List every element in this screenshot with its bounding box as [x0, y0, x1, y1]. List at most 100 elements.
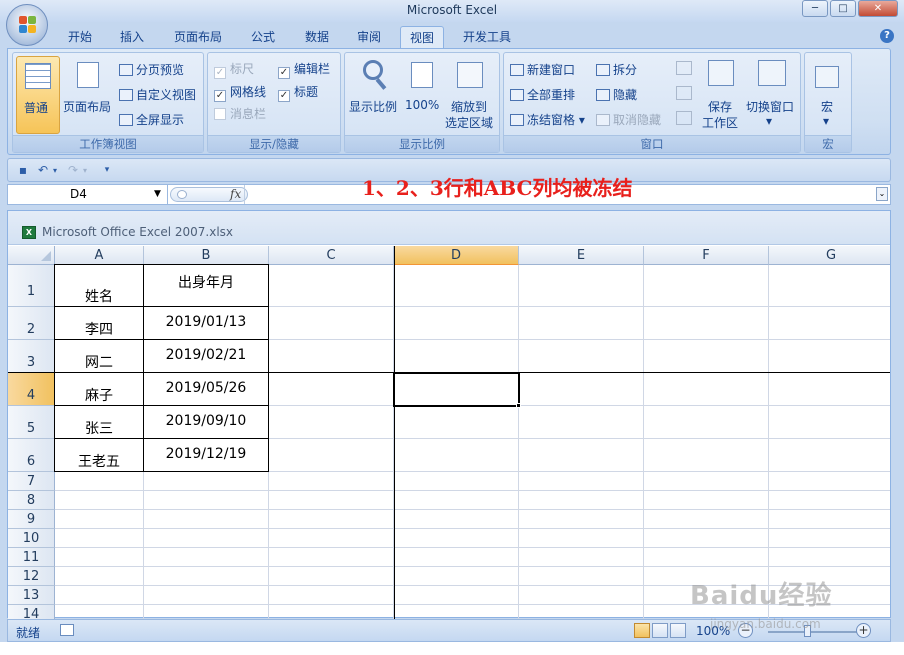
cell-A3[interactable]: 网二 [54, 339, 144, 373]
cell[interactable] [644, 439, 769, 472]
cell[interactable] [269, 491, 394, 510]
normal-view-button[interactable]: 普通 [16, 56, 60, 134]
cell[interactable] [644, 472, 769, 491]
view-side-by-side-icon[interactable] [676, 61, 692, 75]
gridlines-checkbox[interactable]: ✓ 网格线 [214, 83, 266, 102]
switch-windows-button[interactable]: 切换窗口 ▾ [744, 56, 798, 134]
cell-B3[interactable]: 2019/02/21 [143, 339, 269, 373]
cell[interactable] [519, 529, 644, 548]
cell[interactable] [769, 439, 890, 472]
cell[interactable] [269, 567, 394, 586]
tab-developer[interactable]: 开发工具 [452, 26, 522, 49]
zoom-button[interactable]: 显示比例 [347, 56, 401, 134]
unhide-button[interactable]: 取消隐藏 [596, 111, 661, 128]
cell-B6[interactable]: 2019/12/19 [143, 438, 269, 472]
tab-view[interactable]: 视图 [400, 26, 444, 49]
cell[interactable] [394, 548, 519, 567]
office-button[interactable] [6, 4, 48, 46]
cell[interactable] [519, 307, 644, 340]
row-header[interactable]: 2 [8, 307, 55, 340]
cell[interactable] [769, 491, 890, 510]
row-header[interactable]: 8 [8, 491, 55, 510]
tab-data[interactable]: 数据 [294, 26, 340, 49]
cell[interactable] [144, 567, 269, 586]
cell[interactable] [269, 307, 394, 340]
cell-B2[interactable]: 2019/01/13 [143, 306, 269, 340]
cell-B1[interactable]: 出身年月 [143, 264, 269, 307]
cell[interactable] [519, 605, 644, 619]
row-header[interactable]: 1 [8, 265, 55, 307]
zoom-slider-track[interactable] [768, 631, 858, 633]
cell[interactable] [269, 439, 394, 472]
tab-insert[interactable]: 插入 [110, 26, 154, 49]
cell[interactable] [519, 373, 644, 406]
cell[interactable] [769, 548, 890, 567]
headings-checkbox[interactable]: ✓ 标题 [278, 83, 318, 102]
cell[interactable] [144, 548, 269, 567]
cell[interactable] [394, 510, 519, 529]
cell[interactable] [519, 472, 644, 491]
new-window-button[interactable]: 新建窗口 [510, 61, 575, 78]
hide-button[interactable]: 隐藏 [596, 86, 637, 103]
ruler-checkbox[interactable]: ✓ 标尺 [214, 60, 254, 79]
zoom-to-selection-button[interactable]: 缩放到 选定区域 [443, 56, 499, 134]
page-break-preview-button[interactable]: 分页预览 [119, 61, 184, 78]
cell[interactable] [394, 605, 519, 619]
fill-handle[interactable] [516, 403, 521, 408]
cell[interactable] [769, 529, 890, 548]
cell[interactable] [269, 605, 394, 619]
full-screen-button[interactable]: 全屏显示 [119, 111, 184, 128]
cell[interactable] [269, 472, 394, 491]
cell[interactable] [269, 510, 394, 529]
cell[interactable] [769, 472, 890, 491]
minimize-button[interactable]: ─ [802, 0, 828, 17]
page-layout-status-icon[interactable] [652, 623, 668, 638]
cell-A1[interactable]: 姓名 [54, 264, 144, 307]
save-workspace-button[interactable]: 保存 工作区 [700, 56, 742, 134]
column-header[interactable]: E [519, 246, 644, 265]
cell[interactable] [644, 265, 769, 307]
column-header[interactable]: D [394, 246, 519, 265]
column-header[interactable]: C [269, 246, 394, 265]
customize-qat-icon[interactable]: ▾ [100, 164, 114, 177]
zoom-in-icon[interactable]: + [856, 623, 871, 638]
cell-A2[interactable]: 李四 [54, 306, 144, 340]
cell[interactable] [769, 307, 890, 340]
page-layout-view-button[interactable]: 页面布局 [61, 56, 117, 134]
tab-page-layout[interactable]: 页面布局 [164, 26, 232, 49]
cell[interactable] [55, 605, 144, 619]
help-icon[interactable]: ? [880, 29, 894, 43]
formula-bar-checkbox[interactable]: ✓ 编辑栏 [278, 60, 330, 79]
cell[interactable] [519, 439, 644, 472]
zoom-100-button[interactable]: 100% [403, 56, 441, 134]
cell[interactable] [394, 586, 519, 605]
cell[interactable] [394, 491, 519, 510]
row-header[interactable]: 13 [8, 586, 55, 605]
select-all-corner[interactable] [8, 246, 55, 265]
tab-review[interactable]: 审阅 [346, 26, 392, 49]
insert-function-icon[interactable]: fx [230, 186, 241, 203]
cell[interactable] [55, 491, 144, 510]
cell[interactable] [269, 340, 394, 373]
cell[interactable] [269, 529, 394, 548]
undo-dropdown-icon[interactable]: ▾ [48, 164, 62, 177]
cell[interactable] [644, 548, 769, 567]
reset-window-icon[interactable] [676, 111, 692, 125]
cell[interactable] [519, 406, 644, 439]
cell[interactable] [519, 586, 644, 605]
column-header[interactable]: A [55, 246, 144, 265]
cell[interactable] [55, 529, 144, 548]
cell[interactable] [644, 491, 769, 510]
cell[interactable] [394, 529, 519, 548]
save-icon[interactable]: ▪ [16, 164, 30, 177]
cell[interactable] [394, 567, 519, 586]
cell[interactable] [144, 529, 269, 548]
worksheet-grid[interactable]: A B C D E F G 1 2 3 4 5 6 7 8 9 10 11 12 13 14 姓名 出身年月 李四 2019/0… [8, 246, 890, 619]
expand-formula-bar-icon[interactable]: ⌄ [876, 187, 888, 201]
cell[interactable] [394, 265, 519, 307]
cell[interactable] [144, 605, 269, 619]
name-box-dropdown-icon[interactable]: ▼ [154, 186, 161, 203]
cell[interactable] [144, 491, 269, 510]
column-header[interactable]: G [769, 246, 890, 265]
message-bar-checkbox[interactable]: 消息栏 [214, 105, 266, 122]
